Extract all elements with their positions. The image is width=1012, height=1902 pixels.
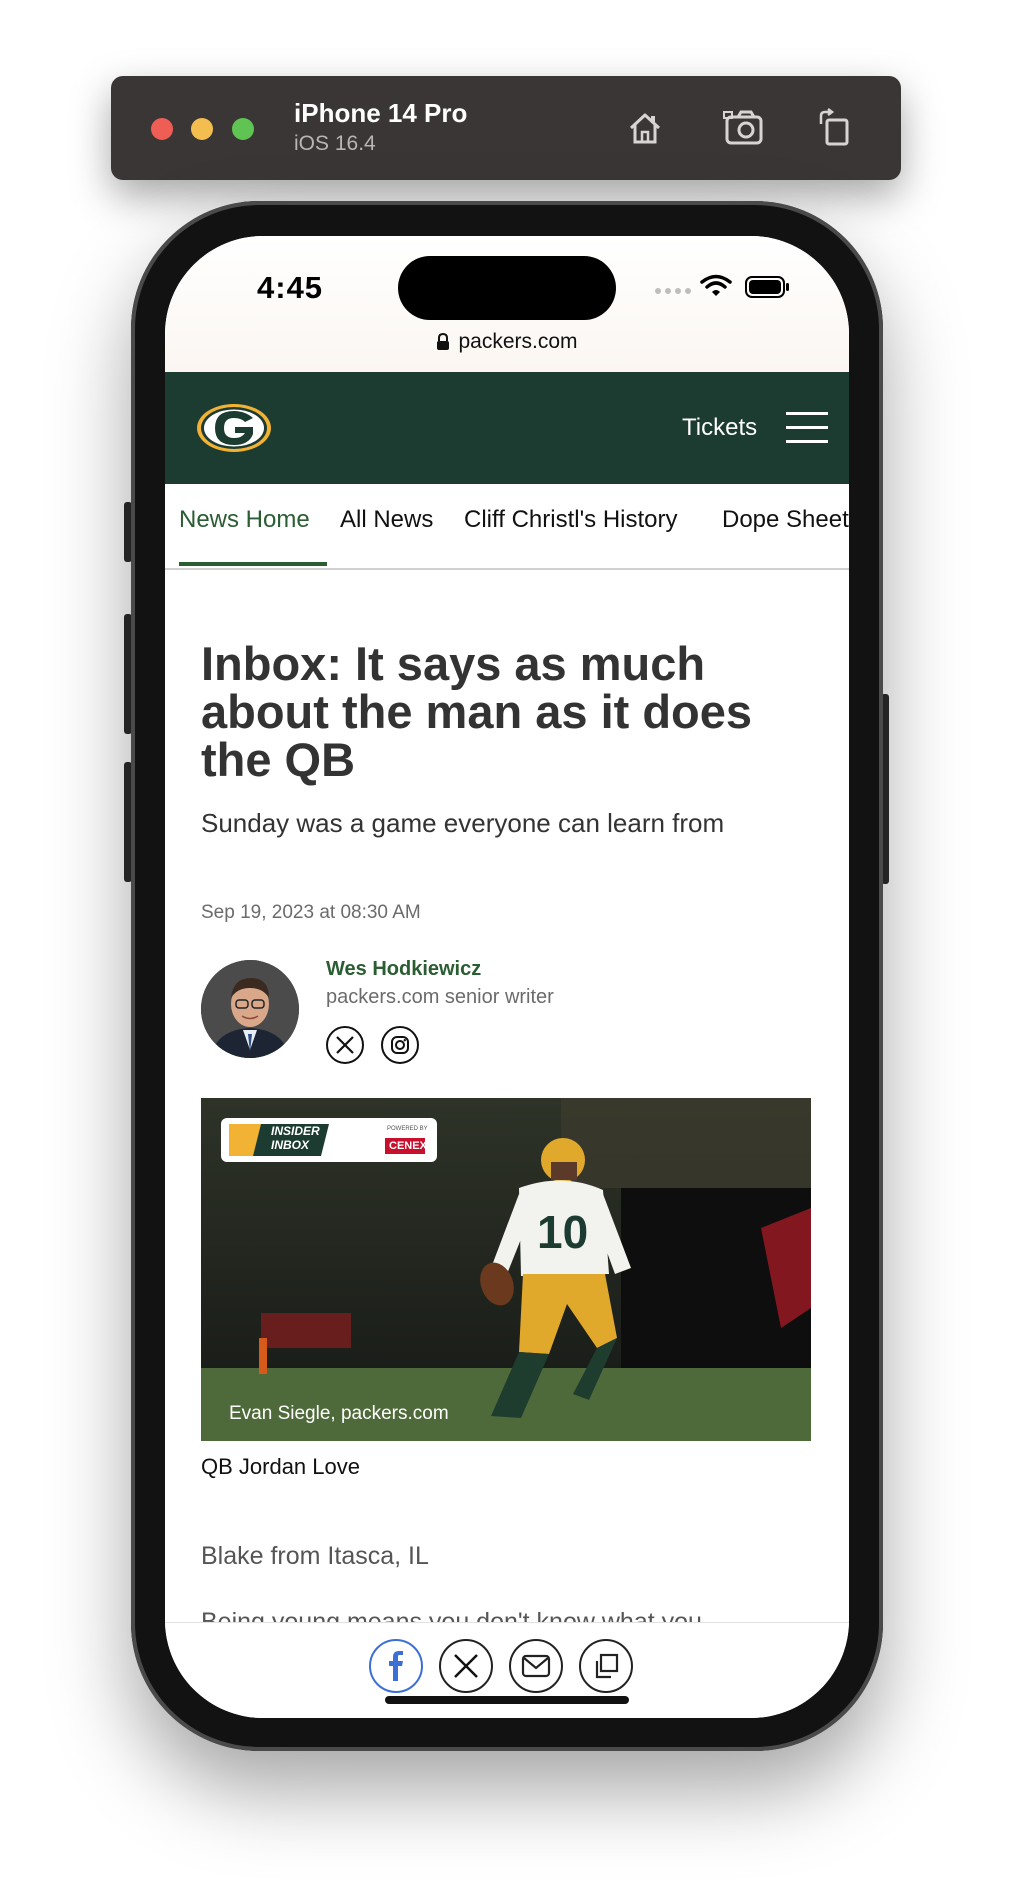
share-facebook-button[interactable] bbox=[369, 1639, 423, 1693]
author-avatar[interactable] bbox=[201, 960, 299, 1058]
zoom-window-button[interactable] bbox=[232, 118, 254, 140]
facebook-icon bbox=[389, 1651, 403, 1681]
lock-icon bbox=[437, 333, 450, 351]
device-name: iPhone 14 Pro bbox=[294, 98, 468, 128]
battery-icon bbox=[745, 276, 789, 298]
instagram-icon bbox=[391, 1036, 409, 1054]
screenshot-icon bbox=[723, 110, 763, 145]
insider-inbox-text: INSIDER INBOX bbox=[271, 1124, 320, 1152]
menu-button[interactable] bbox=[786, 410, 828, 446]
tab-cliff-christl-history[interactable]: Cliff Christl's History bbox=[464, 506, 678, 534]
author-instagram-link[interactable] bbox=[381, 1026, 419, 1064]
signal-icon bbox=[655, 288, 691, 294]
sponsor-prefix: POWERED BY bbox=[387, 1126, 428, 1132]
tab-news-home[interactable]: News Home bbox=[179, 506, 310, 534]
photo-credit: Evan Siegle, packers.com bbox=[229, 1403, 449, 1424]
article-subheadline: Sunday was a game everyone can learn fro… bbox=[201, 808, 725, 838]
minimize-window-button[interactable] bbox=[191, 118, 213, 140]
tab-all-news[interactable]: All News bbox=[340, 506, 433, 534]
email-icon bbox=[521, 1654, 551, 1678]
url-text: packers.com bbox=[458, 330, 578, 353]
article-body-paragraph: Blake from Itasca, IL bbox=[201, 1542, 429, 1570]
article-headline: Inbox: It says as much about the man as … bbox=[201, 637, 753, 786]
news-nav-tabs: News Home All News Cliff Christl's Histo… bbox=[165, 484, 849, 570]
image-caption: QB Jordan Love bbox=[201, 1454, 360, 1479]
copy-icon bbox=[595, 1653, 619, 1679]
tickets-link[interactable]: Tickets bbox=[682, 414, 757, 442]
status-time: 4:45 bbox=[257, 270, 324, 305]
copy-link-button[interactable] bbox=[579, 1639, 633, 1693]
author-name[interactable]: Wes Hodkiewicz bbox=[326, 958, 481, 981]
author-x-link[interactable] bbox=[326, 1026, 364, 1064]
status-bar: 4:45 packers.com bbox=[165, 236, 849, 372]
wifi-icon bbox=[700, 274, 732, 296]
screenshot-button[interactable] bbox=[721, 104, 769, 152]
tab-dope-sheet[interactable]: Dope Sheet bbox=[722, 506, 849, 534]
packers-logo[interactable] bbox=[195, 402, 273, 454]
x-icon bbox=[336, 1036, 354, 1054]
home-indicator[interactable] bbox=[385, 1696, 629, 1704]
sponsor-name: CENEX bbox=[389, 1140, 427, 1152]
insider-inbox-badge: INSIDER INBOX POWERED BY CENEX bbox=[221, 1118, 437, 1162]
jersey-number: 10 bbox=[537, 1206, 588, 1258]
close-window-button[interactable] bbox=[151, 118, 173, 140]
address-bar[interactable]: packers.com bbox=[165, 330, 849, 354]
share-x-button[interactable] bbox=[439, 1639, 493, 1693]
rotate-button[interactable] bbox=[811, 104, 859, 152]
author-photo bbox=[201, 960, 299, 1058]
phone-screen: 4:45 packers.com Tickets News Home All N… bbox=[165, 236, 849, 1718]
share-email-button[interactable] bbox=[509, 1639, 563, 1693]
site-header: Tickets bbox=[165, 372, 849, 484]
article-image[interactable]: 10 INSIDER INBOX POWERED BY CENEX Evan S… bbox=[201, 1098, 811, 1441]
active-tab-indicator bbox=[179, 562, 327, 566]
rotate-icon bbox=[819, 108, 849, 146]
author-role: packers.com senior writer bbox=[326, 986, 554, 1008]
home-button[interactable] bbox=[621, 104, 669, 152]
dynamic-island bbox=[398, 256, 616, 320]
home-icon bbox=[629, 113, 661, 144]
x-icon bbox=[454, 1654, 478, 1678]
article-date: Sep 19, 2023 at 08:30 AM bbox=[201, 902, 421, 923]
simulator-title-bar: iPhone 14 Pro iOS 16.4 bbox=[111, 76, 901, 180]
os-version: iOS 16.4 bbox=[294, 132, 376, 155]
